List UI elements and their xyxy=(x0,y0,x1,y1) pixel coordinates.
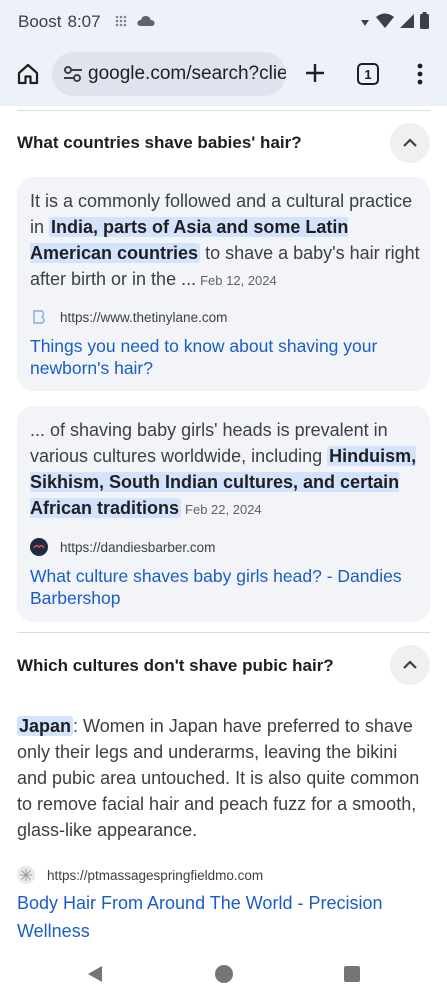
source-url: https://ptmassagespringfieldmo.com xyxy=(47,867,264,883)
result-card-2[interactable]: ... of shaving baby girls' heads is prev… xyxy=(17,406,430,622)
system-nav-bar xyxy=(0,944,447,1000)
new-tab-button[interactable] xyxy=(300,58,330,88)
chevron-up-icon xyxy=(403,660,417,669)
status-icons xyxy=(360,12,429,34)
clock: 8:07 xyxy=(67,12,101,31)
grid-dots-icon xyxy=(115,15,127,30)
tinylane-favicon-icon xyxy=(30,308,48,326)
result-title-link[interactable]: Things you need to know about shaving yo… xyxy=(30,335,420,379)
overflow-menu-button[interactable] xyxy=(408,59,432,89)
result-snippet: It is a commonly followed and a cultural… xyxy=(30,188,422,294)
address-bar[interactable]: google.com/search?clier xyxy=(52,52,286,96)
faq-question-1[interactable]: What countries shave babies' hair? xyxy=(17,133,302,153)
result-snippet: ... of shaving baby girls' heads is prev… xyxy=(30,417,422,523)
source-url: https://www.thetinylane.com xyxy=(60,309,228,325)
url-text[interactable]: google.com/search?clier xyxy=(88,63,286,85)
result-source[interactable]: https://www.thetinylane.com xyxy=(30,308,227,326)
answer-source[interactable]: https://ptmassagespringfieldmo.com xyxy=(17,866,263,884)
signal-dot-icon xyxy=(360,13,370,33)
ptmassage-favicon-icon xyxy=(17,866,35,884)
faq-question-2[interactable]: Which cultures don't shave pubic hair? xyxy=(17,656,334,676)
back-icon[interactable] xyxy=(86,965,104,983)
result-card-1[interactable]: It is a commonly followed and a cultural… xyxy=(17,177,430,391)
plus-icon xyxy=(306,64,324,82)
answer-title-link[interactable]: Body Hair From Around The World - Precis… xyxy=(17,889,427,945)
battery-icon xyxy=(420,12,429,34)
status-bar: Boost 8:07 xyxy=(0,0,447,44)
collapse-button-2[interactable] xyxy=(390,645,430,685)
result-title-link[interactable]: What culture shaves baby girls head? - D… xyxy=(30,565,420,609)
home-button[interactable] xyxy=(12,58,44,90)
tab-switcher-button[interactable]: 1 xyxy=(357,63,379,85)
snippet-highlight: Japan xyxy=(17,716,74,736)
result-source[interactable]: https://dandiesbarber.com xyxy=(30,538,215,556)
carrier-name: Boost xyxy=(18,12,62,31)
divider xyxy=(17,632,430,633)
result-date: Feb 22, 2024 xyxy=(185,502,262,517)
cellular-icon xyxy=(400,13,414,34)
recents-icon[interactable] xyxy=(344,966,360,982)
result-date: Feb 12, 2024 xyxy=(200,273,277,288)
divider xyxy=(17,110,430,111)
collapse-button-1[interactable] xyxy=(390,123,430,163)
wifi-icon xyxy=(376,13,394,34)
home-nav-icon[interactable] xyxy=(215,965,233,983)
cloud-icon xyxy=(137,12,155,32)
snippet-text: : Women in Japan have preferred to shave… xyxy=(17,716,420,840)
dandies-favicon-icon xyxy=(30,538,48,556)
site-settings-icon[interactable] xyxy=(62,63,84,85)
more-vert-icon xyxy=(417,63,423,85)
browser-toolbar: google.com/search?clier 1 xyxy=(0,44,447,106)
home-icon xyxy=(17,63,39,85)
answer-snippet: Japan: Women in Japan have preferred to … xyxy=(17,713,430,843)
chevron-up-icon xyxy=(403,138,417,147)
source-url: https://dandiesbarber.com xyxy=(60,539,216,555)
